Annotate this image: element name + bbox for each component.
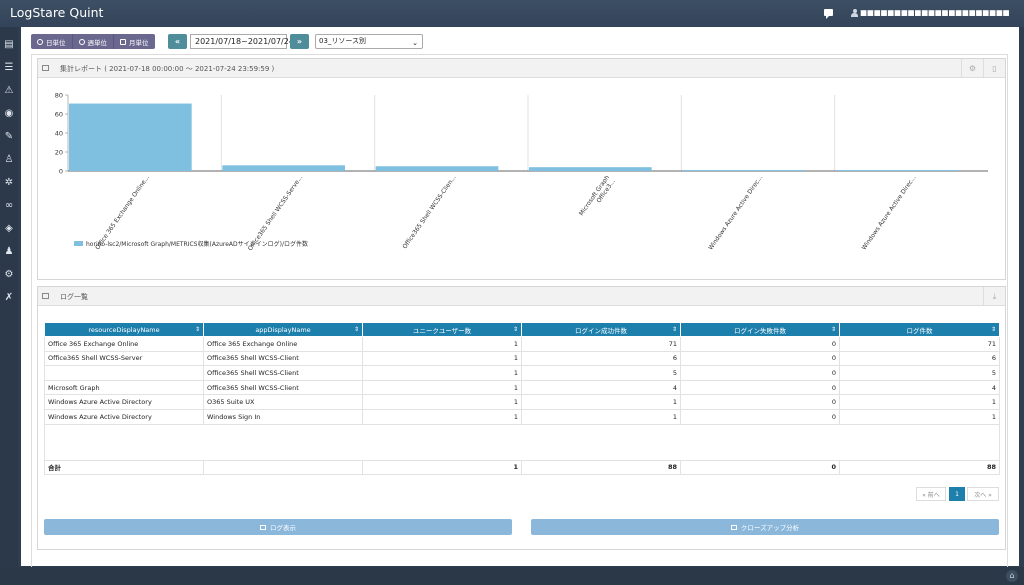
eye-icon[interactable]: ◉ — [0, 102, 18, 124]
log-panel-title: ログ一覧 — [60, 293, 88, 301]
column-header[interactable]: resourceDisplayName ⇕ — [44, 322, 204, 337]
bar — [529, 167, 652, 171]
list-icon[interactable]: ☰ — [0, 56, 18, 78]
sidebar: ▤ ☰ ⚠ ◉ ✎ ♙ ✲ ∞ ◈ ♟ ⚙ ✗ — [0, 27, 18, 567]
calendar-icon — [120, 38, 126, 45]
column-header[interactable]: ログイン失敗件数 ⇕ — [680, 322, 840, 337]
x-tick-label: Windows Azure Active Direc... — [707, 174, 764, 251]
bar — [835, 170, 959, 171]
settings-icon[interactable]: ⚙ — [961, 59, 983, 78]
layers-icon[interactable]: ◈ — [0, 217, 18, 239]
bar — [682, 170, 805, 171]
gear-icon[interactable]: ✲ — [0, 171, 18, 193]
date-range-input[interactable]: 2021/07/18~2021/07/24 — [190, 34, 294, 49]
chart-panel-title: 集計レポート ( 2021-07-18 00:00:00 ～ 2021-07-2… — [60, 65, 275, 73]
sort-icon: ⇕ — [830, 326, 836, 333]
column-header[interactable]: ユニークユーザー数 ⇕ — [362, 322, 522, 337]
table-spacer-row — [44, 423, 1000, 461]
cogs-icon[interactable]: ⚙ — [0, 263, 18, 285]
day-unit-button[interactable]: 日単位 — [31, 34, 73, 49]
wrench-icon[interactable]: ✎ — [0, 125, 18, 147]
doc-icon[interactable]: ▤ — [0, 33, 18, 55]
bar-chart: 0 20 40 60 80 Office 365 Exchange Online... Of… — [55, 92, 988, 252]
x-tick-label: Office365 Shell WCSS-Clien... — [401, 174, 457, 250]
sort-icon: ⇕ — [671, 326, 677, 333]
x-tick-label: Office 365 Exchange Online... — [94, 174, 151, 251]
table-row: Windows Azure Active Directory O365 Suite… — [44, 394, 1000, 410]
table-row: Microsoft Graph Office365 Shell WCSS-Clie… — [44, 379, 1000, 396]
scroll-top-icon[interactable]: ⌂ — [1006, 570, 1018, 582]
download-icon[interactable]: ⤓ — [983, 287, 1005, 306]
log-panel-header: ログ一覧 ⤓ — [38, 287, 1005, 306]
app-title: LogStare Quint — [10, 5, 104, 20]
footer-bar: ⌂ — [0, 567, 1024, 585]
link-icon[interactable]: ∞ — [0, 194, 18, 216]
sort-icon: ⇕ — [512, 326, 518, 333]
report-select[interactable]: 03_リソース別 ⌄ — [315, 34, 423, 49]
clock-icon — [37, 38, 43, 45]
legend-swatch — [74, 241, 83, 246]
grid-icon — [42, 293, 49, 299]
table-row: Windows Azure Active Directory Windows Si… — [44, 408, 1000, 425]
log-icon — [260, 524, 266, 530]
table-total-row: 合計 1 88 0 88 — [44, 459, 1000, 476]
sort-icon: ⇕ — [194, 326, 200, 333]
table-row: Office 365 Exchange Online Office 365 Exc… — [44, 336, 1000, 352]
column-header[interactable]: ログ件数 ⇕ — [839, 322, 1000, 337]
chart-panel-header: 集計レポート ( 2021-07-18 00:00:00 ～ 2021-07-2… — [38, 59, 1005, 78]
prev-period-button[interactable]: « — [168, 34, 187, 49]
pager-next-button[interactable]: 次へ » — [967, 487, 999, 501]
pager-prev-button[interactable]: « 前へ — [916, 487, 946, 501]
y-tick-label: 20 — [55, 149, 63, 157]
user-admin-icon[interactable]: ♟ — [0, 240, 18, 262]
moon-icon — [78, 38, 85, 45]
table-row: Office365 Shell WCSS-Client 15 05 — [44, 365, 1000, 381]
bar — [69, 103, 192, 171]
alert-icon[interactable]: ⚠ — [0, 79, 18, 101]
user-icon[interactable] — [851, 9, 858, 17]
y-tick-label: 40 — [55, 130, 63, 138]
column-header[interactable]: ログイン成功件数 ⇕ — [521, 322, 681, 337]
main-content: 日単位 週単位 月単位 « 2021/07/18~2021/07/24 » 03… — [21, 27, 1019, 580]
tool-icon[interactable]: ✗ — [0, 286, 18, 308]
chart-panel: 集計レポート ( 2021-07-18 00:00:00 ～ 2021-07-2… — [37, 58, 1006, 280]
x-tick-label: Microsoft GraphOffice3... — [578, 174, 617, 221]
period-toggle: 日単位 週単位 月単位 — [31, 34, 155, 49]
pager-page-button[interactable]: 1 — [949, 487, 965, 501]
users-icon[interactable]: ♙ — [0, 148, 18, 170]
month-unit-button[interactable]: 月単位 — [114, 34, 155, 49]
chart-icon — [730, 524, 737, 530]
x-tick-label: Windows Azure Active Direc... — [861, 174, 918, 251]
next-period-button[interactable]: » — [290, 34, 309, 49]
y-tick-label: 80 — [55, 92, 63, 100]
bar — [375, 166, 499, 171]
sort-icon: ⇕ — [353, 326, 359, 333]
column-header[interactable]: appDisplayName ⇕ — [203, 322, 363, 337]
legend-label: horino-lsc2/Microsoft Graph/METRICS収集(Az… — [86, 240, 308, 248]
bar — [222, 165, 345, 171]
chat-icon[interactable] — [824, 9, 833, 19]
log-table: resourceDisplayName ⇕ appDisplayName ⇕ ユニー… — [44, 322, 1000, 476]
table-row: Office365 Shell WCSS-Server Office365 She… — [44, 350, 1000, 367]
log-view-button[interactable]: ログ表示 — [44, 519, 512, 535]
log-panel: ログ一覧 ⤓ resourceDisplayName ⇕ appDisplayNa… — [37, 286, 1006, 550]
sort-icon: ⇕ — [990, 326, 996, 333]
chart-icon — [42, 65, 49, 71]
y-tick-label: 60 — [55, 111, 63, 119]
closeup-analysis-button[interactable]: クローズアップ分析 — [531, 519, 999, 535]
y-tick-label: 0 — [59, 168, 63, 176]
chevron-down-icon: ⌄ — [412, 39, 418, 47]
document-icon[interactable]: ▯ — [983, 59, 1005, 78]
top-bar: LogStare Quint ■■■■■■■■■■■■■■■■■■■■■■ — [0, 0, 1024, 27]
user-name[interactable]: ■■■■■■■■■■■■■■■■■■■■■■ — [860, 8, 1010, 17]
week-unit-button[interactable]: 週単位 — [73, 34, 114, 49]
